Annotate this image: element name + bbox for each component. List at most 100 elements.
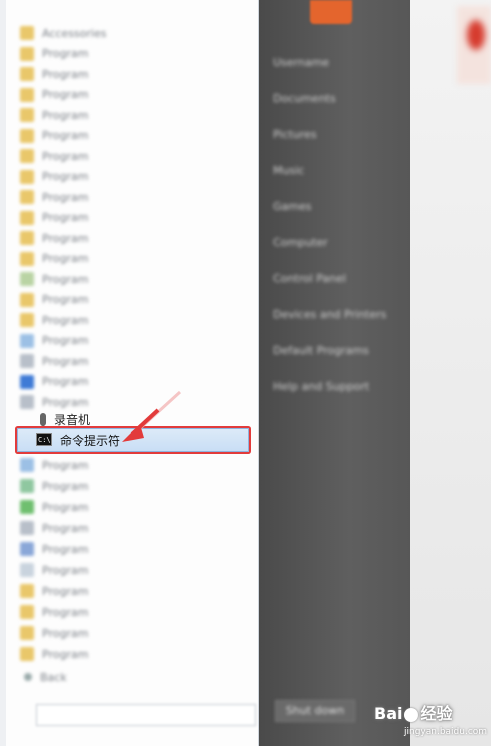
list-item[interactable]: Program — [20, 332, 88, 350]
list-item[interactable]: Program — [20, 477, 88, 495]
right-pane-item[interactable]: Pictures — [273, 128, 317, 141]
right-pane-item[interactable]: Games — [273, 200, 311, 213]
list-item-label: Program — [42, 88, 89, 101]
list-item[interactable]: Accessories — [20, 24, 106, 42]
list-item-label: Program — [42, 375, 89, 388]
command-prompt-label: 命令提示符 — [60, 434, 121, 448]
list-item[interactable]: Program — [20, 250, 88, 268]
list-item-label: Program — [42, 252, 89, 265]
list-item-label: Program — [42, 563, 89, 577]
right-pane-item[interactable]: Music — [273, 164, 304, 177]
list-item[interactable]: Program — [20, 561, 88, 579]
list-item-label: Program — [42, 313, 89, 327]
desktop-background — [410, 0, 491, 746]
list-item-label: Program — [42, 231, 89, 245]
list-item[interactable]: Program — [20, 229, 88, 247]
program-icon — [20, 626, 34, 640]
list-item[interactable]: Program — [20, 393, 88, 411]
list-item[interactable]: Program — [20, 498, 88, 516]
program-icon — [20, 354, 34, 368]
program-icon — [20, 521, 34, 535]
program-icon — [20, 292, 34, 307]
program-icon — [20, 128, 34, 143]
program-icon — [20, 251, 34, 266]
list-item[interactable]: Program — [20, 645, 88, 663]
program-icon — [20, 500, 34, 514]
desktop-icon[interactable] — [457, 6, 491, 84]
list-item[interactable]: Program — [20, 270, 88, 288]
list-item-label: Program — [42, 584, 89, 598]
list-item-label: Program — [42, 108, 89, 122]
right-pane-item[interactable]: Computer — [273, 236, 328, 249]
list-item-label: Program — [42, 500, 89, 514]
list-item[interactable]: Program — [20, 582, 88, 600]
right-pane-item[interactable]: Control Panel — [273, 272, 346, 285]
list-item-label: Program — [42, 190, 89, 204]
right-pane: Username Documents Pictures Music Games Compu… — [259, 0, 410, 746]
list-item-label: Program — [42, 479, 89, 493]
program-icon — [20, 210, 34, 225]
list-item[interactable]: Program — [20, 519, 88, 537]
program-icon — [20, 333, 34, 348]
programs-pane: Accessories Program Program Program Program P… — [6, 0, 259, 746]
right-pane-item[interactable]: Documents — [273, 92, 336, 105]
program-icon — [20, 46, 34, 61]
list-item[interactable]: Program — [20, 624, 88, 642]
list-item[interactable]: Program — [20, 540, 88, 558]
microphone-icon — [40, 413, 46, 429]
list-item[interactable]: Program — [20, 291, 88, 309]
right-pane-item[interactable]: Devices and Printers — [273, 308, 386, 321]
program-icon — [20, 87, 34, 102]
list-item-label: Program — [42, 605, 89, 619]
program-icon — [20, 190, 34, 204]
list-item[interactable]: Program — [20, 168, 88, 186]
list-item[interactable]: Program — [20, 106, 88, 124]
list-item-label: Program — [42, 334, 89, 347]
list-item[interactable]: Program — [20, 352, 88, 370]
back-arrow-icon — [24, 673, 32, 681]
program-icon — [20, 169, 34, 184]
list-item[interactable]: Program — [20, 188, 88, 206]
list-item[interactable]: Program — [20, 147, 88, 165]
list-item-label: Program — [42, 354, 89, 368]
program-icon — [20, 395, 34, 409]
program-icon — [20, 584, 34, 598]
list-item[interactable]: Program — [20, 373, 88, 391]
list-item[interactable]: Program — [20, 86, 88, 104]
program-icon — [20, 458, 34, 472]
command-prompt-icon: C:\ — [36, 433, 52, 446]
right-pane-item[interactable]: Username — [273, 56, 329, 69]
list-item[interactable]: Program — [20, 603, 88, 621]
list-item[interactable]: Program — [20, 456, 88, 474]
list-item-label: Program — [42, 458, 89, 472]
list-item[interactable]: Program — [20, 127, 88, 145]
watermark-url: jingyan.baidu.com — [404, 727, 488, 737]
list-item-label: Program — [42, 395, 89, 409]
program-icon — [20, 67, 34, 81]
program-icon — [20, 479, 34, 493]
list-item[interactable]: Program — [20, 209, 88, 227]
back-button[interactable]: Back — [20, 668, 67, 686]
program-icon — [20, 313, 34, 327]
program-icon — [20, 272, 34, 286]
list-item-label: Program — [42, 67, 89, 81]
list-item[interactable]: Program — [20, 311, 88, 329]
list-item-label: Program — [42, 47, 89, 60]
list-item-label: Program — [42, 521, 89, 535]
list-item-label: Program — [42, 211, 89, 224]
list-item[interactable]: Program — [20, 65, 88, 83]
list-item-label: Program — [42, 542, 89, 556]
shutdown-button[interactable]: Shut down — [275, 700, 355, 722]
list-item-sound-recorder[interactable]: 录音机 — [40, 411, 90, 429]
baidu-watermark: Bai 经验 — [374, 704, 453, 723]
program-icon — [20, 231, 34, 245]
search-input[interactable] — [36, 704, 256, 726]
list-item-label: Program — [42, 129, 89, 142]
right-pane-item[interactable]: Default Programs — [273, 344, 369, 357]
program-icon — [20, 542, 34, 556]
program-icon — [20, 26, 34, 40]
right-pane-item[interactable]: Help and Support — [273, 380, 369, 393]
list-item[interactable]: Program — [20, 45, 88, 63]
user-avatar[interactable] — [310, 0, 352, 24]
program-icon — [20, 149, 34, 163]
